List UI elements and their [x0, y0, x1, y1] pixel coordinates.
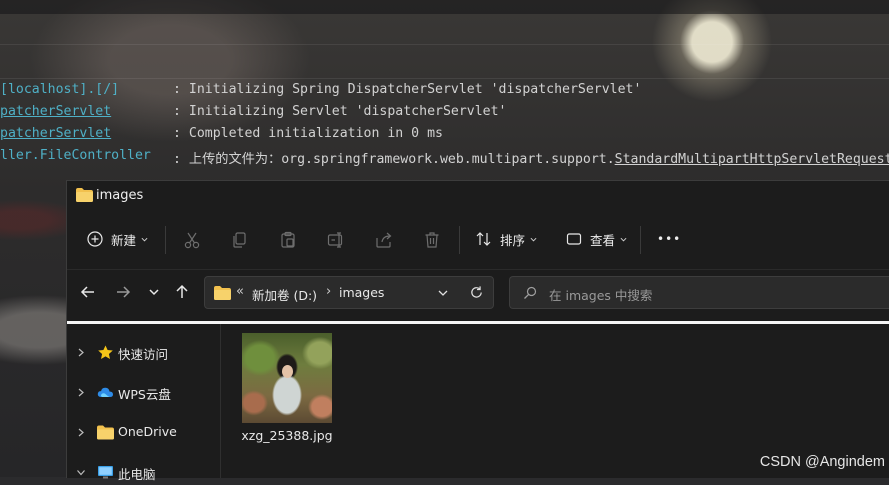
console-line-message: : Initializing Servlet 'dispatcherServle…	[173, 104, 507, 119]
nav-item-label: 此电脑	[118, 467, 156, 482]
view-button[interactable]: 查看	[566, 225, 627, 253]
breadcrumb-separator[interactable]: ›	[326, 284, 331, 299]
ide-divider	[0, 78, 889, 79]
toolbar-separator	[640, 226, 641, 254]
forward-arrow-icon[interactable]	[114, 283, 132, 301]
console-line-message: : Initializing Spring DispatcherServlet …	[173, 82, 642, 97]
recent-locations-chevron-icon[interactable]	[145, 283, 163, 301]
rename-icon[interactable]	[326, 230, 346, 250]
cut-icon[interactable]	[182, 230, 202, 250]
folder-icon	[76, 188, 93, 202]
thumbnail-subject	[282, 365, 293, 378]
expand-chevron-icon[interactable]	[77, 428, 85, 437]
back-arrow-icon[interactable]	[79, 283, 97, 301]
title-bar[interactable]: images	[67, 181, 889, 211]
view-button-label: 查看	[590, 232, 616, 248]
nav-item-onedrive[interactable]: OneDrive	[67, 419, 220, 445]
console-line-message: : 上传的文件为：org.springframework.web.multipa…	[173, 148, 889, 167]
console-line-source[interactable]: patcherServlet	[0, 104, 111, 119]
refresh-icon[interactable]	[469, 285, 484, 300]
ide-divider	[0, 44, 889, 45]
breadcrumb-drive[interactable]: 新加卷 (D:)	[252, 285, 317, 304]
toolbar-separator	[459, 226, 460, 254]
toolbar-separator	[165, 226, 166, 254]
plus-circle-icon	[87, 231, 103, 247]
star-icon	[98, 345, 113, 359]
search-input[interactable]: 在 images 中搜索	[509, 276, 889, 309]
nav-item-this-pc[interactable]: 此电脑	[67, 459, 220, 485]
sort-button[interactable]: 排序	[475, 225, 537, 253]
share-icon[interactable]	[374, 230, 394, 250]
view-icon	[566, 233, 582, 245]
file-name[interactable]: xzg_25388.jpg	[221, 428, 353, 443]
window-title: images	[96, 188, 144, 203]
new-button[interactable]: 新建	[87, 225, 148, 253]
nav-item-label: WPS云盘	[118, 387, 171, 402]
csdn-watermark: CSDN @Angindem	[759, 454, 885, 470]
more-options-icon: •••	[657, 232, 682, 246]
copy-icon[interactable]	[230, 230, 250, 250]
folder-icon	[97, 425, 114, 440]
breadcrumb-folder[interactable]: images	[339, 285, 384, 300]
nav-item-label: OneDrive	[118, 424, 177, 439]
navigation-pane: 快速访问 WPS云盘 OneDrive 此电脑	[67, 324, 221, 482]
console-source-text: ller.FileController	[0, 148, 151, 163]
computer-icon	[98, 466, 113, 479]
up-arrow-icon[interactable]	[173, 283, 191, 301]
more-options-button[interactable]: •••	[657, 225, 681, 253]
console-line-source: [localhost].[/]	[0, 82, 120, 97]
paste-icon[interactable]	[278, 230, 298, 250]
chevron-down-icon	[530, 237, 537, 241]
console-line-source[interactable]: patcherServlet	[0, 126, 111, 141]
console-line-message: : Completed initialization in 0 ms	[173, 126, 443, 141]
console-message-text: : 上传的文件为：org.springframework.web.multipa…	[173, 152, 615, 167]
hidden-path-chevron[interactable]: «	[236, 284, 244, 299]
file-explorer-window: images 新建 排序 查看 ••• « 新加卷 (D:) › images …	[66, 180, 889, 482]
nav-item-wps-cloud[interactable]: WPS云盘	[67, 379, 220, 405]
ide-toolbar-strip	[0, 0, 889, 14]
image-thumbnail[interactable]	[242, 333, 332, 423]
nav-item-label: 快速访问	[118, 347, 169, 362]
console-line-source[interactable]: ller.FileController	[0, 148, 151, 163]
nav-item-quick-access[interactable]: 快速访问	[67, 339, 220, 365]
collapse-chevron-icon[interactable]	[77, 468, 85, 477]
search-placeholder: 在 images 中搜索	[549, 288, 653, 303]
address-row: « 新加卷 (D:) › images 在 images 中搜索	[67, 269, 889, 314]
new-button-label: 新建	[111, 232, 137, 248]
search-icon	[524, 286, 537, 299]
folder-icon	[214, 286, 231, 300]
command-bar: 新建 排序 查看 •••	[67, 213, 889, 265]
expand-chevron-icon[interactable]	[77, 388, 85, 397]
delete-icon[interactable]	[422, 230, 442, 250]
expand-chevron-icon[interactable]	[77, 348, 85, 357]
chevron-down-icon	[141, 237, 148, 241]
console-class-link[interactable]: StandardMultipartHttpServletRequest	[615, 152, 889, 167]
sort-button-label: 排序	[500, 232, 526, 248]
address-history-chevron-icon[interactable]	[438, 289, 448, 297]
cloud-icon	[97, 387, 113, 397]
sort-icon	[476, 232, 491, 246]
chevron-down-icon	[620, 237, 627, 241]
address-bar[interactable]: « 新加卷 (D:) › images	[204, 276, 494, 309]
